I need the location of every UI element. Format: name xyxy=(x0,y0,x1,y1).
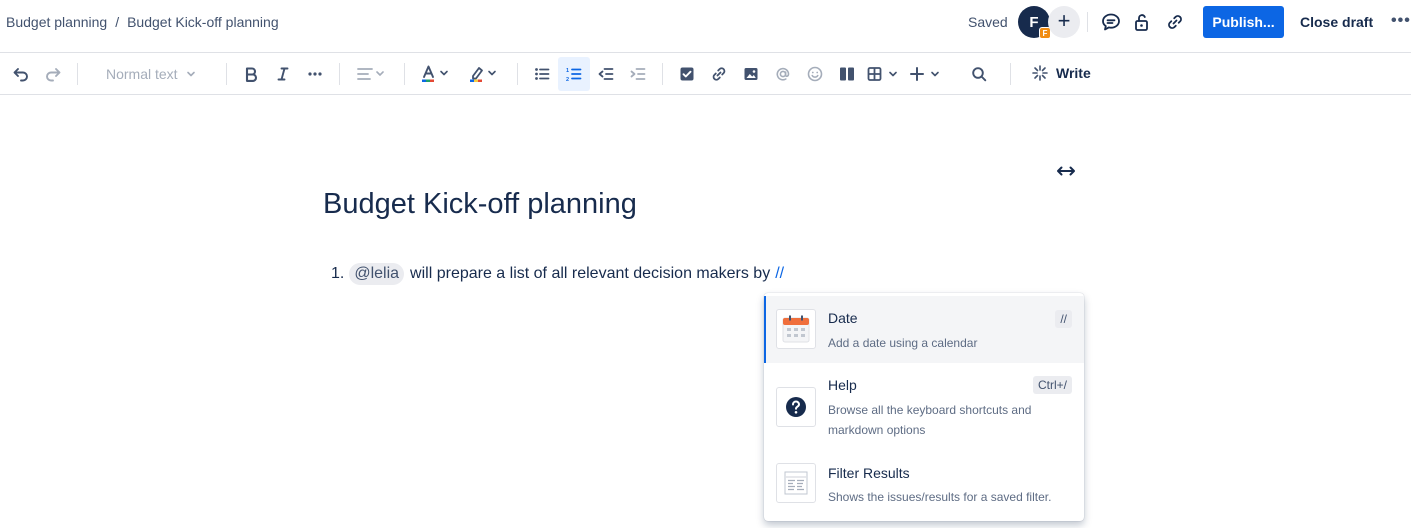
search-icon[interactable] xyxy=(969,62,989,86)
bullet-list-icon[interactable] xyxy=(532,62,552,86)
shortcut-badge: // xyxy=(1055,310,1072,328)
layout-columns-icon[interactable] xyxy=(837,62,857,86)
menu-item-help[interactable]: Help Browse all the keyboard shortcuts a… xyxy=(764,365,1084,453)
chevron-down-icon xyxy=(186,71,195,77)
redo-icon[interactable] xyxy=(42,62,64,86)
divider xyxy=(404,63,405,85)
save-status: Saved xyxy=(968,14,1008,30)
user-mention[interactable]: @lelia xyxy=(349,263,405,285)
list-number: 1. xyxy=(331,265,345,282)
menu-item-description: Add a date using a calendar xyxy=(828,336,978,350)
list-item-text[interactable]: will prepare a list of all relevant deci… xyxy=(410,265,770,283)
bold-icon[interactable] xyxy=(241,62,261,86)
insert-plus-icon[interactable] xyxy=(910,62,944,86)
more-formatting-icon[interactable] xyxy=(305,62,325,86)
mention-icon[interactable] xyxy=(773,62,793,86)
divider xyxy=(662,63,663,85)
menu-item-filter-results[interactable]: Filter Results Shows the issues/results … xyxy=(764,453,1084,519)
typeahead-trigger: // xyxy=(775,265,785,282)
ai-sparkle-icon xyxy=(1032,65,1048,81)
unlock-icon[interactable] xyxy=(1130,10,1154,34)
emoji-icon[interactable] xyxy=(805,62,825,86)
breadcrumb: Budget planning / Budget Kick-off planni… xyxy=(6,14,279,30)
publish-button[interactable]: Publish... xyxy=(1203,6,1284,38)
outdent-icon[interactable] xyxy=(596,62,616,86)
expand-width-icon[interactable] xyxy=(1056,163,1076,179)
svg-text:2: 2 xyxy=(566,77,569,82)
numbered-list[interactable]: 1. @lelia will prepare a list of all rel… xyxy=(331,263,784,285)
divider xyxy=(1087,12,1088,32)
editor-toolbar: Normal text 12 Write xyxy=(0,54,1411,95)
close-draft-button[interactable]: Close draft xyxy=(1300,14,1373,30)
text-color-icon[interactable] xyxy=(419,62,453,86)
breadcrumb-separator: / xyxy=(115,14,120,30)
undo-icon[interactable] xyxy=(10,62,32,86)
write-label: Write xyxy=(1056,65,1091,81)
divider xyxy=(226,63,227,85)
comment-icon[interactable] xyxy=(1099,10,1123,34)
breadcrumb-parent[interactable]: Budget planning xyxy=(6,14,107,30)
add-collaborator-button[interactable]: + xyxy=(1048,6,1080,38)
quick-insert-menu: Date Add a date using a calendar // Help… xyxy=(764,293,1084,521)
page-title[interactable]: Budget Kick-off planning xyxy=(323,188,637,221)
table-icon[interactable] xyxy=(865,62,903,86)
link-icon[interactable] xyxy=(1163,10,1187,34)
menu-item-title: Help xyxy=(828,377,857,393)
link-icon[interactable] xyxy=(709,62,729,86)
question-icon xyxy=(776,387,816,427)
menu-item-title: Date xyxy=(828,310,858,326)
image-icon[interactable] xyxy=(741,62,761,86)
more-actions-icon[interactable]: ••• xyxy=(1391,12,1411,30)
top-bar: Budget planning / Budget Kick-off planni… xyxy=(0,0,1411,53)
divider xyxy=(77,63,78,85)
menu-item-description: Browse all the keyboard shortcuts and ma… xyxy=(828,403,1032,437)
filter-results-icon xyxy=(776,463,816,503)
text-style-select[interactable]: Normal text xyxy=(106,66,196,82)
menu-item-date[interactable]: Date Add a date using a calendar // xyxy=(764,296,1084,363)
numbered-list-icon[interactable]: 12 xyxy=(558,57,590,91)
calendar-icon xyxy=(776,309,816,349)
task-checkbox-icon[interactable] xyxy=(677,62,697,86)
write-ai-button[interactable]: Write xyxy=(1032,65,1091,81)
divider xyxy=(517,63,518,85)
alignment-icon[interactable] xyxy=(354,62,388,86)
text-style-label: Normal text xyxy=(106,66,178,82)
breadcrumb-current[interactable]: Budget Kick-off planning xyxy=(127,14,279,30)
shortcut-badge: Ctrl+/ xyxy=(1032,376,1072,394)
divider xyxy=(339,63,340,85)
divider xyxy=(1010,63,1011,85)
italic-icon[interactable] xyxy=(273,62,293,86)
svg-text:1: 1 xyxy=(566,68,569,74)
highlight-icon[interactable] xyxy=(467,62,501,86)
menu-item-description: Shows the issues/results for a saved fil… xyxy=(828,490,1052,504)
indent-icon[interactable] xyxy=(628,62,648,86)
menu-item-title: Filter Results xyxy=(828,465,910,481)
